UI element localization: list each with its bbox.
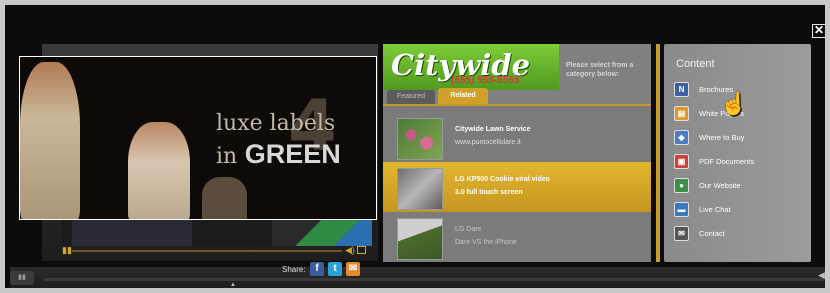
list-item[interactable]: LG Dare Dare VS the iPhone (383, 212, 651, 262)
video-underlay (62, 218, 376, 246)
item-subtitle: Dare VS the iPhone (455, 239, 517, 246)
right-handle-icon[interactable]: ◀ (818, 270, 825, 281)
related-browser: Citywide (555) 555-5555 Please select fr… (383, 44, 651, 262)
mail-icon: ✉ (674, 226, 689, 241)
video-controls: ▮▮ ◀) (62, 245, 367, 257)
hand-cursor-icon: ☝ (720, 91, 748, 116)
item-title: Citywide Lawn Service (455, 126, 531, 133)
close-button[interactable]: ✕ (812, 24, 825, 38)
item-thumbnail (397, 168, 443, 210)
video-title-green: GREEN (244, 139, 341, 169)
facebook-share-button[interactable]: f (310, 262, 324, 276)
category-prompt: Please select from a category below: (566, 62, 634, 78)
fullscreen-icon[interactable] (357, 246, 366, 254)
list-item[interactable]: LG KP500 Cookie viral video 3.0 full tou… (383, 162, 651, 212)
where-to-buy-icon: ◆ (674, 130, 689, 145)
tab-related[interactable]: Related (438, 88, 488, 104)
play-icon[interactable]: ▮▮ (62, 246, 72, 255)
content-title: Content (676, 58, 715, 70)
volume-icon[interactable]: ◀) (345, 245, 355, 256)
pdf-icon: ▣ (674, 154, 689, 169)
menu-label: Live Chat (699, 205, 731, 214)
player-window: ✕ 4 luxe labels in GREEN ▮▮ ◀) Citywide … (0, 0, 830, 293)
menu-label: Contact (699, 229, 725, 238)
menu-label: PDF Documents (699, 157, 755, 166)
brand-phone: (555) 555-5555 (451, 75, 520, 86)
video-player[interactable]: 4 luxe labels in GREEN (19, 56, 377, 220)
list-item[interactable]: Citywide Lawn Service www.puntocellulare… (383, 112, 651, 162)
video-title-in: in (216, 144, 238, 169)
bottom-track (44, 278, 824, 281)
model-figure-center (128, 122, 190, 219)
chat-icon: ▬ (674, 202, 689, 217)
related-list: Citywide Lawn Service www.puntocellulare… (383, 104, 651, 262)
globe-icon: ● (674, 178, 689, 193)
tab-featured[interactable]: Featured (387, 90, 435, 104)
item-title: LG KP500 Cookie viral video (455, 176, 550, 183)
menu-label: Where to Buy (699, 133, 745, 142)
panel-divider (656, 44, 660, 262)
item-title: LG Dare (455, 226, 482, 233)
expand-arrow-icon[interactable]: ▲ (230, 282, 236, 288)
item-subtitle: 3.0 full touch screen (455, 189, 523, 196)
progress-track[interactable] (72, 250, 342, 252)
item-thumbnail (397, 118, 443, 160)
white-paper-icon: ▤ (674, 106, 689, 121)
model-figure-left (20, 62, 80, 219)
video-title-line1: luxe labels (216, 111, 336, 136)
bottom-toggle-button[interactable]: ▮▮ (10, 271, 34, 285)
share-label: Share: (282, 265, 306, 274)
item-subtitle: www.puntocellulare.it (455, 139, 521, 146)
model-figure-right (202, 177, 247, 219)
brand-logo: Citywide (555) 555-5555 (383, 44, 559, 90)
twitter-share-button[interactable]: t (328, 262, 342, 276)
brochure-icon: N (674, 82, 689, 97)
item-thumbnail (397, 218, 443, 260)
content-panel: Content N Brochures ▤ White Papers ◆ Whe… (664, 44, 811, 262)
email-share-button[interactable]: ✉ (346, 262, 360, 276)
video-title-line2: in GREEN (216, 139, 341, 170)
menu-label: Our Website (699, 181, 741, 190)
